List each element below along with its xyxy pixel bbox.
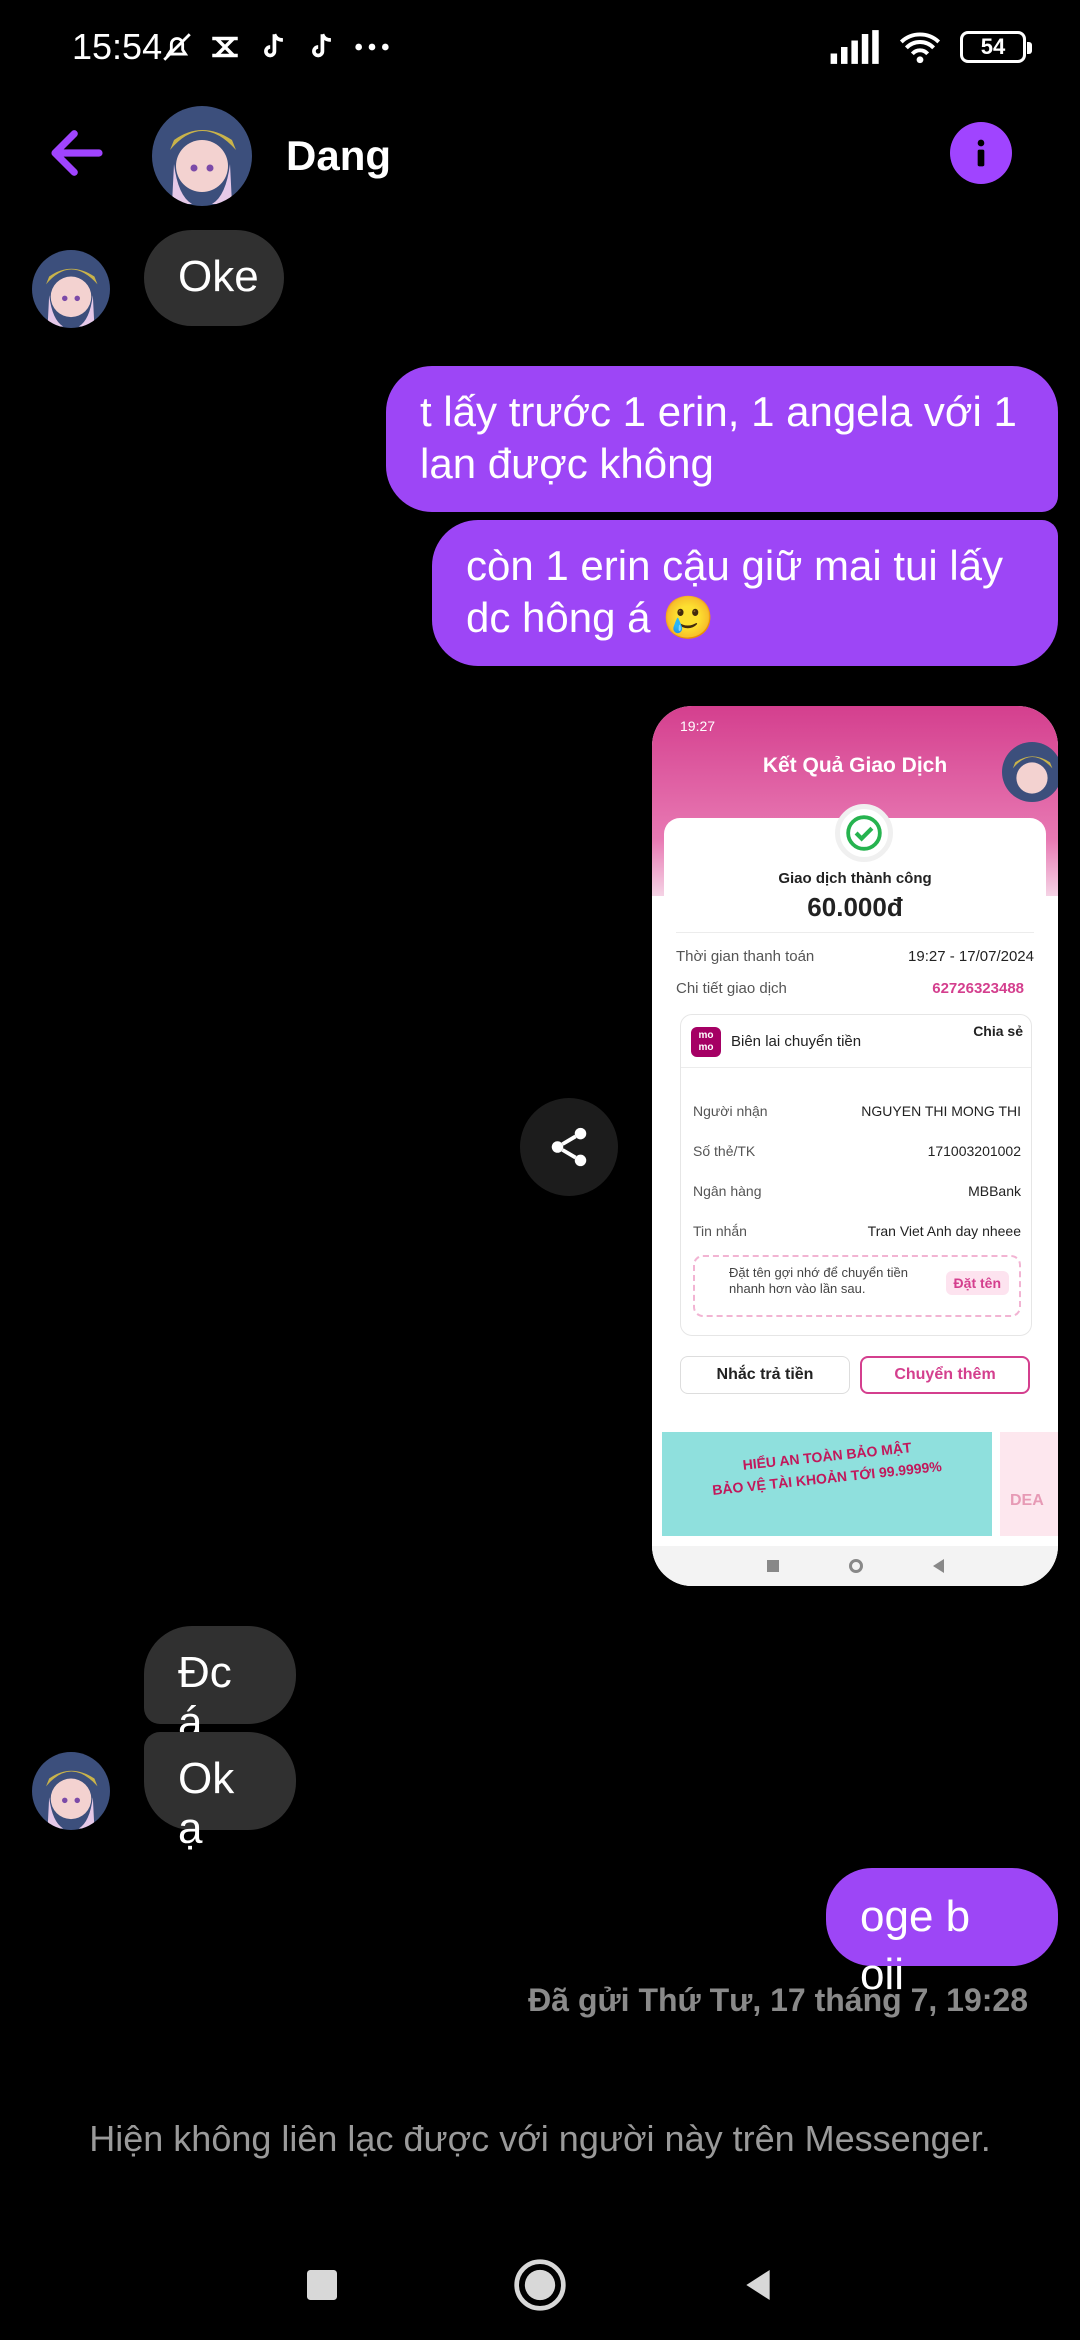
account-value: 171003201002: [927, 1143, 1021, 1159]
share-receipt-label: Chia sẻ: [973, 1023, 1023, 1039]
detail-label: Chi tiết giao dịch: [676, 980, 787, 997]
receipt-label: Biên lai chuyển tiền: [731, 1033, 862, 1050]
image-nav-bar: [652, 1546, 1058, 1586]
share-button[interactable]: [520, 1098, 618, 1196]
transaction-amount: 60.000đ: [807, 892, 903, 922]
remind-button: Nhắc trả tiền: [680, 1356, 850, 1394]
message-incoming[interactable]: Đc á: [144, 1626, 296, 1747]
home-icon[interactable]: [512, 2257, 568, 2313]
status-time: 15:54: [72, 26, 163, 67]
detail-value: 62726323488: [932, 980, 1024, 997]
security-banner: HIỂU AN TOÀN BẢO MẬT BẢO VỆ TÀI KHOẢN TỚ…: [662, 1432, 992, 1536]
transaction-card: Giao dịch thành công 60.000đ Thời gian t…: [664, 804, 1046, 1394]
contact-avatar[interactable]: [152, 106, 252, 206]
contact-name[interactable]: Dang: [286, 132, 391, 180]
account-label: Số thẻ/TK: [693, 1143, 756, 1159]
back-icon[interactable]: [738, 2265, 778, 2305]
sender-avatar[interactable]: [32, 250, 110, 328]
mute-bell-icon: [163, 33, 191, 61]
time-label: Thời gian thanh toán: [676, 948, 815, 965]
unavailable-notice: Hiện không liên lạc được với người này t…: [89, 2118, 991, 2159]
nickname-button: Đặt tên: [945, 1271, 1009, 1295]
notification-icons: [160, 22, 392, 72]
message-outgoing[interactable]: oge b oii: [826, 1868, 1058, 1999]
image-avatar: [1002, 742, 1058, 802]
side-banner: DEA: [1000, 1432, 1058, 1536]
receiver-value: NGUYEN THI MONG THI: [861, 1103, 1021, 1119]
transfer-more-button: Chuyển thêm: [860, 1356, 1030, 1394]
recent-apps-icon[interactable]: [302, 2265, 342, 2305]
wifi-icon: [899, 32, 941, 64]
battery-icon: 54: [960, 31, 1032, 63]
time-value: 19:27 - 17/07/2024: [908, 948, 1034, 965]
sender-avatar[interactable]: [32, 1752, 110, 1830]
image-title: Kết Quả Giao Dịch: [762, 754, 948, 777]
chat-header: Dang: [0, 96, 1080, 226]
message-outgoing[interactable]: còn 1 erin cậu giữ mai tui lấy dc hông á…: [432, 520, 1058, 666]
tiktok-icon: [264, 33, 283, 58]
momo-logo: mo mo: [691, 1027, 721, 1057]
bank-value: MBBank: [968, 1183, 1021, 1199]
note-value: Tran Viet Anh day nheee: [867, 1223, 1021, 1239]
info-button[interactable]: [950, 122, 1012, 184]
success-check-icon: [835, 804, 893, 862]
back-arrow-icon[interactable]: [44, 120, 110, 186]
message-incoming[interactable]: Oke: [144, 230, 284, 326]
shared-image-message[interactable]: 19:27 Kết Quả Giao Dịch Giao dịch thành …: [652, 706, 1058, 1586]
nickname-hint: Đặt tên gợi nhớ để chuyển tiền nhanh hơn…: [729, 1265, 908, 1296]
message-incoming[interactable]: Ok ạ: [144, 1732, 296, 1853]
avatar-image: [32, 250, 110, 328]
note-label: Tin nhắn: [693, 1223, 747, 1239]
system-icons: 54: [828, 22, 1032, 72]
system-nav-bar: [0, 2230, 1080, 2340]
capcut-icon: [212, 36, 238, 58]
receiver-label: Người nhận: [693, 1103, 768, 1119]
signal-icon: [830, 30, 879, 64]
receipt-box: mo mo Biên lai chuyển tiền Chia sẻ Người…: [680, 1014, 1032, 1336]
nickname-box: Đặt tên gợi nhớ để chuyển tiền nhanh hơn…: [693, 1255, 1021, 1317]
share-icon: [551, 1127, 587, 1167]
tiktok-icon: [312, 33, 331, 58]
sent-timestamp: Đã gửi Thứ Tư, 17 tháng 7, 19:28: [528, 1982, 1028, 2018]
status-bar: 15:54 54: [0, 0, 1080, 96]
avatar-image: [32, 1752, 110, 1830]
info-icon: [977, 139, 985, 167]
message-outgoing[interactable]: t lấy trước 1 erin, 1 angela với 1 lan đ…: [386, 366, 1058, 512]
image-status-time: 19:27: [680, 718, 716, 734]
avatar-image: [152, 106, 252, 206]
more-dots-icon: [355, 43, 389, 51]
transaction-status: Giao dịch thành công: [778, 870, 932, 887]
bank-label: Ngân hàng: [693, 1183, 762, 1199]
